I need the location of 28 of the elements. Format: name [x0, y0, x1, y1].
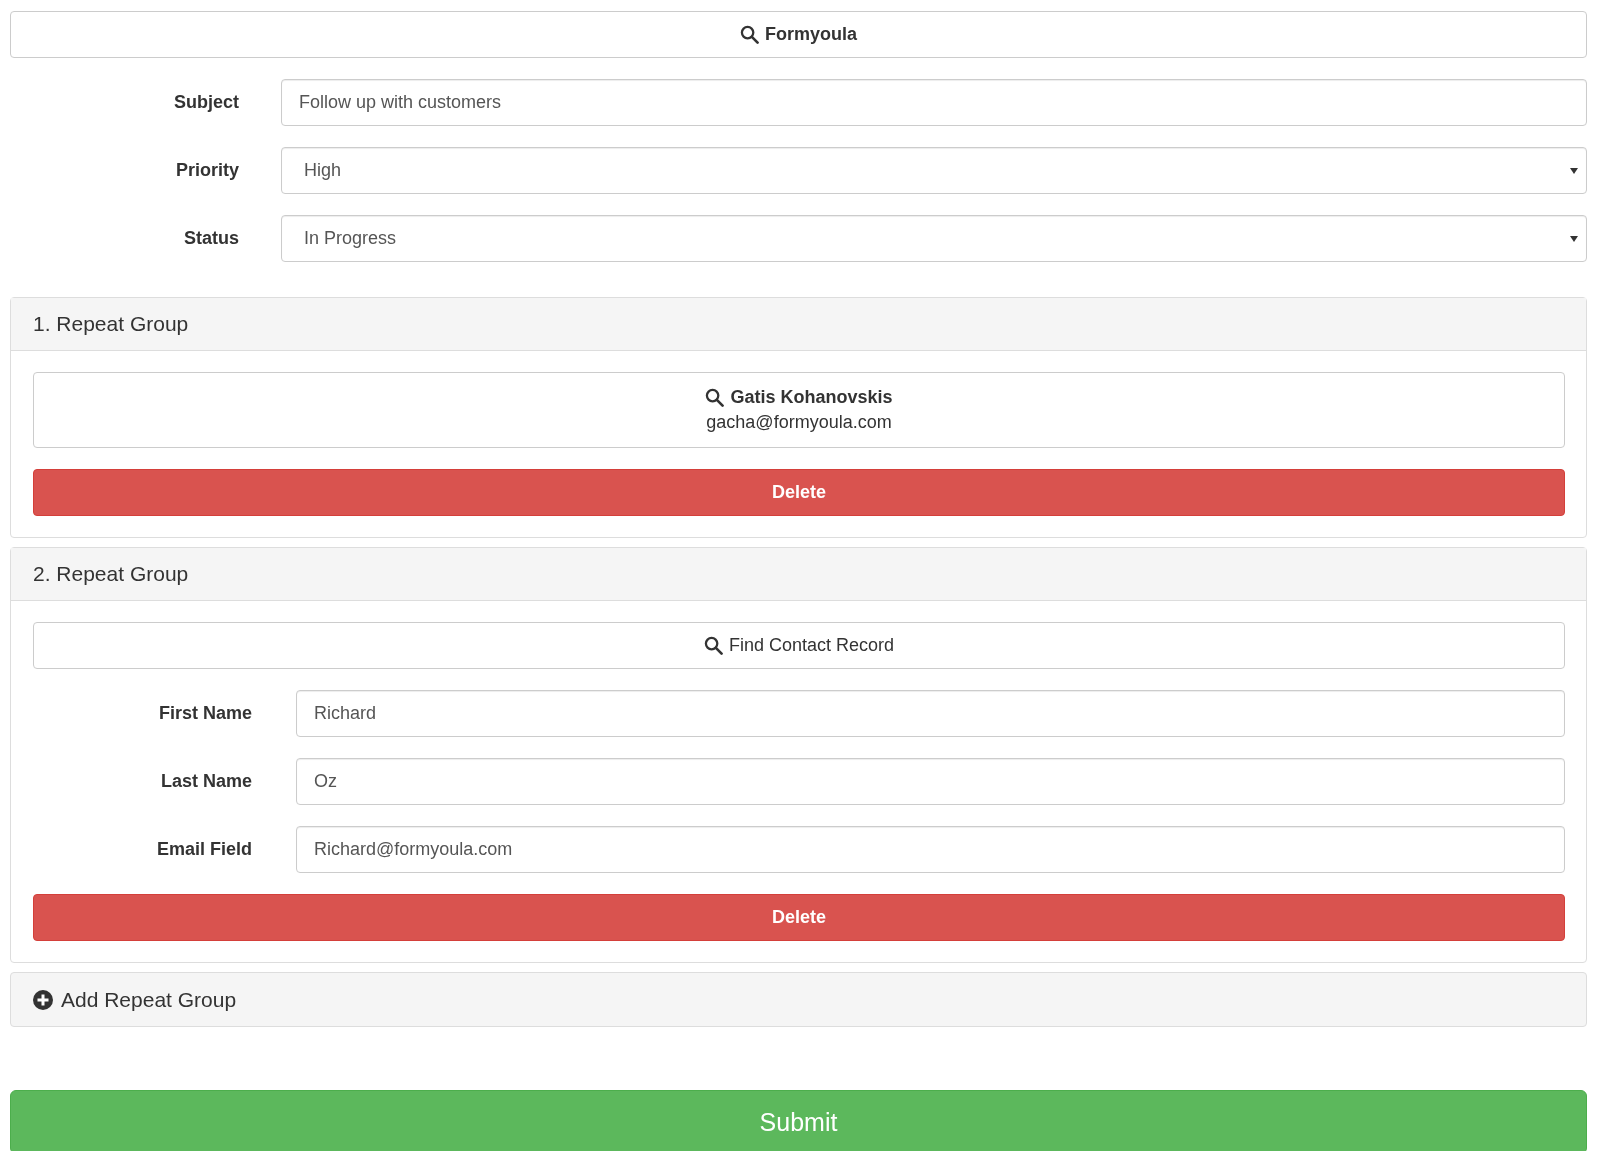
delete-button[interactable]: Delete: [33, 469, 1565, 516]
lookup-button[interactable]: Gatis Kohanovskis gacha@formyoula.com: [33, 372, 1565, 448]
delete-button[interactable]: Delete: [33, 894, 1565, 941]
input-field[interactable]: Oz: [296, 758, 1565, 805]
field-label: Subject: [173, 92, 240, 113]
field-label: Email Field: [155, 839, 253, 860]
search-icon: [703, 636, 723, 655]
field-label: Status: [183, 228, 240, 249]
plus-circle-icon: [33, 989, 53, 1010]
field-label: Priority: [174, 160, 240, 181]
panel-title: 2. Repeat Group: [33, 562, 189, 586]
caret-icon: [1570, 167, 1578, 174]
input-field[interactable]: Richard@formyoula.com: [296, 826, 1565, 873]
search-icon: [705, 388, 725, 407]
add-group-button[interactable]: Add Repeat Group: [10, 972, 1587, 1027]
input-field[interactable]: Follow up with customers: [281, 79, 1587, 126]
lookup-button[interactable]: Formyoula: [10, 11, 1587, 58]
caret-icon: [1570, 235, 1578, 242]
field-label: Last Name: [159, 771, 253, 792]
contact-name: Gatis Kohanovskis: [730, 387, 893, 408]
search-icon: [740, 25, 759, 44]
lookup-button[interactable]: Find Contact Record: [33, 622, 1565, 669]
dropdown-field[interactable]: In Progress: [281, 215, 1587, 262]
contact-email: gacha@formyoula.com: [706, 412, 892, 433]
dropdown-field[interactable]: High: [281, 147, 1587, 194]
panel-title: 1. Repeat Group: [33, 312, 189, 336]
input-field[interactable]: Richard: [296, 690, 1565, 737]
field-label: First Name: [157, 703, 253, 724]
